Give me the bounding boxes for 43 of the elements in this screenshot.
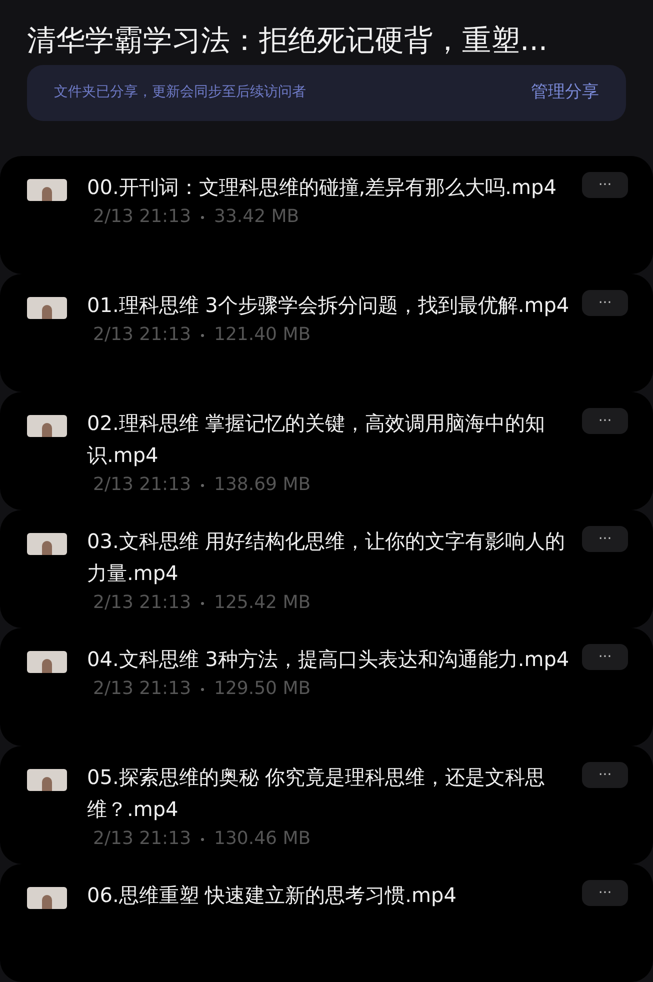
file-row[interactable]: 00.开刊词：文理科思维的碰撞,差异有那么大吗.mp4 2/13 21:13 33.42 MB ··· [0, 156, 653, 274]
file-name: 06.思维重塑 快速建立新的思考习惯.mp4 [87, 882, 458, 909]
file-name: 00.开刊词：文理科思维的碰撞,差异有那么大吗.mp4 [87, 174, 558, 201]
more-button[interactable]: ··· [582, 880, 628, 906]
file-date: 2/13 21:13 [93, 677, 192, 701]
more-button[interactable]: ··· [582, 290, 628, 316]
file-name: 02.理科思维 掌握记忆的关键，高效调用脑海中的知识.mp4 [87, 410, 546, 469]
video-thumbnail [27, 887, 67, 909]
file-size: 125.42 MB [214, 591, 311, 615]
file-row[interactable]: 04.文科思维 3种方法，提高口头表达和沟通能力.mp4 2/13 21:13 129.50 MB ··· [0, 628, 653, 746]
more-button[interactable]: ··· [582, 408, 628, 434]
video-thumbnail [27, 179, 67, 201]
file-size: 121.40 MB [214, 323, 311, 347]
file-size: 138.69 MB [214, 473, 311, 497]
file-name: 03.文科思维 用好结构化思维，让你的文字有影响人的力量.mp4 [87, 528, 566, 587]
file-row[interactable]: 05.探索思维的奥秘 你究竟是理科思维，还是文科思维？.mp4 2/13 21:13 130.46 MB ··· [0, 746, 653, 864]
folder-title: 清华学霸学习法：拒绝死记硬背，重塑... [27, 22, 549, 59]
file-size: 130.46 MB [214, 827, 311, 851]
file-name: 04.文科思维 3种方法，提高口头表达和沟通能力.mp4 [87, 646, 570, 673]
more-button[interactable]: ··· [582, 526, 628, 552]
file-date: 2/13 21:13 [93, 827, 192, 851]
manage-share-link[interactable]: 管理分享 [531, 80, 599, 106]
file-date: 2/13 21:13 [93, 591, 192, 615]
file-row[interactable]: 06.思维重塑 快速建立新的思考习惯.mp4 ··· [0, 864, 653, 982]
file-date: 2/13 21:13 [93, 205, 192, 229]
file-row[interactable]: 01.理科思维 3个步骤学会拆分问题，找到最优解.mp4 2/13 21:13 121.40 MB ··· [0, 274, 653, 392]
more-button[interactable]: ··· [582, 762, 628, 788]
video-thumbnail [27, 415, 67, 437]
video-thumbnail [27, 297, 67, 319]
more-button[interactable]: ··· [582, 172, 628, 198]
file-row[interactable]: 02.理科思维 掌握记忆的关键，高效调用脑海中的知识.mp4 2/13 21:13 138.69 MB ··· [0, 392, 653, 510]
file-size: 129.50 MB [214, 677, 311, 701]
video-thumbnail [27, 651, 67, 673]
more-button[interactable]: ··· [582, 644, 628, 670]
file-size: 33.42 MB [214, 205, 300, 229]
file-row[interactable]: 03.文科思维 用好结构化思维，让你的文字有影响人的力量.mp4 2/13 21:13 125.42 MB ··· [0, 510, 653, 628]
video-thumbnail [27, 769, 67, 791]
file-name: 05.探索思维的奥秘 你究竟是理科思维，还是文科思维？.mp4 [87, 764, 546, 823]
video-thumbnail [27, 533, 67, 555]
file-date: 2/13 21:13 [93, 323, 192, 347]
share-message: 文件夹已分享，更新会同步至后续访问者 [54, 83, 306, 102]
file-date: 2/13 21:13 [93, 473, 192, 497]
file-name: 01.理科思维 3个步骤学会拆分问题，找到最优解.mp4 [87, 292, 570, 319]
